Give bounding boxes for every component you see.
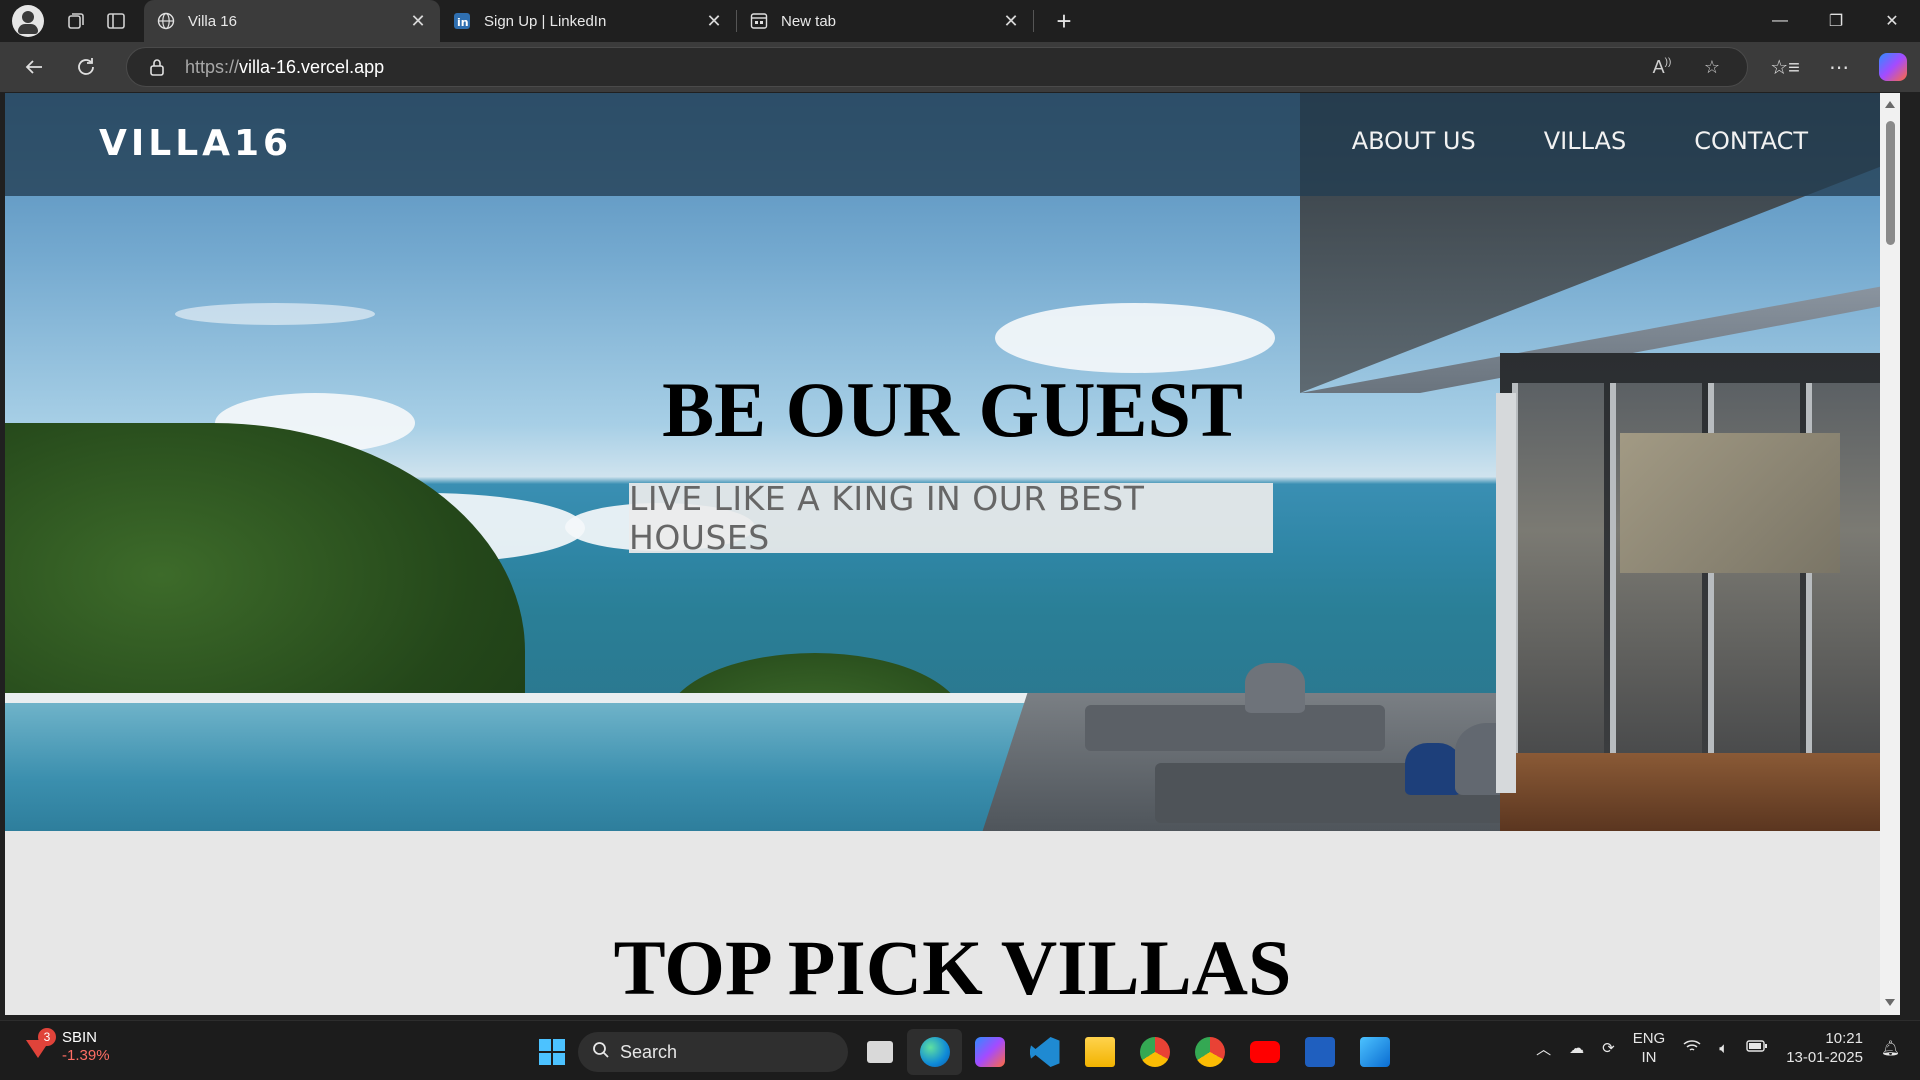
page-scrollbar[interactable] [1880,93,1900,1015]
notification-bell-icon[interactable]: 🔔︎ [1881,1039,1900,1057]
edge-browser-icon[interactable] [907,1029,962,1075]
tab-villa16[interactable]: Villa 16 ✕ [144,0,440,42]
scroll-up-icon[interactable] [1885,101,1895,108]
system-tray: ︿ ☁ ⟳ ENG IN 🔈︎ 10:21 13-01-2025 🔔︎ [1536,1029,1900,1067]
stock-text: SBIN -1.39% [62,1029,110,1065]
back-icon[interactable] [12,47,56,87]
volume-icon[interactable]: 🔈︎ [1719,1040,1728,1057]
close-tab-icon[interactable]: ✕ [704,11,724,31]
address-bar[interactable]: https://villa-16.vercel.app A)) ☆ [126,47,1748,87]
notification-badge: 3 [38,1028,56,1046]
profile-avatar-icon[interactable] [12,5,44,37]
hero-tagline: LIVE LIKE A KING IN OUR BEST HOUSES [629,479,1273,557]
tab-title: New tab [781,12,837,30]
clock[interactable]: 10:21 13-01-2025 [1786,1029,1863,1067]
tab-title: Sign Up | LinkedIn [484,12,607,30]
refresh-icon[interactable] [64,47,108,87]
scroll-down-icon[interactable] [1885,999,1895,1006]
wifi-icon[interactable] [1683,1039,1701,1057]
stock-symbol: SBIN [62,1029,98,1046]
read-aloud-icon[interactable]: A)) [1637,57,1687,78]
hero-section: VILLA16 ABOUT US VILLAS CONTACT BE OUR G… [5,93,1900,831]
close-tab-icon[interactable]: ✕ [1001,11,1021,31]
file-explorer-icon[interactable] [1072,1029,1127,1075]
start-windows-icon[interactable] [524,1029,579,1075]
site-navbar: VILLA16 ABOUT US VILLAS CONTACT [5,93,1900,196]
vscode-icon[interactable] [1017,1029,1072,1075]
toolbar-right: ☆≡ ⋯ [1758,42,1920,92]
hero-title: BE OUR GUEST [662,366,1243,453]
workspaces-icon[interactable] [56,5,96,37]
pillow-image [1245,663,1305,713]
tab-linkedin[interactable]: in Sign Up | LinkedIn ✕ [440,0,736,42]
nav-link-villas[interactable]: VILLAS [1544,127,1626,155]
cloud-image [995,303,1275,373]
pinned-apps [852,1029,1402,1075]
copilot-app-icon[interactable] [962,1029,1017,1075]
chrome-profile-icon[interactable] [1182,1029,1237,1075]
stock-change: -1.39% [62,1047,110,1064]
infinity-pool-image [5,703,1085,831]
nav-link-about-us[interactable]: ABOUT US [1352,127,1476,155]
nav-menu: ABOUT US VILLAS CONTACT [1352,127,1808,155]
section-title: TOP PICK VILLAS [613,924,1292,1011]
url-host: villa-16.vercel.app [239,56,385,77]
scrollbar-thumb[interactable] [1886,121,1895,245]
language-indicator[interactable]: ENG IN [1633,1029,1666,1067]
copilot-icon[interactable] [1866,47,1920,87]
svg-text:in: in [457,16,469,29]
tab-separator [1033,10,1034,32]
close-tab-icon[interactable]: ✕ [408,11,428,31]
page-viewport[interactable]: VILLA16 ABOUT US VILLAS CONTACT BE OUR G… [5,93,1900,1015]
task-view-icon[interactable] [852,1029,907,1075]
battery-icon[interactable] [1746,1039,1768,1057]
close-window-icon[interactable]: ✕ [1864,0,1920,42]
restore-icon[interactable]: ❐ [1808,0,1864,42]
site-logo[interactable]: VILLA16 [99,123,292,164]
clock-time: 10:21 [1825,1030,1863,1047]
taskbar: 3 SBIN -1.39% Search ︿ ☁ ⟳ ENG IN 🔈︎ 10:… [0,1020,1920,1080]
tab-title: Villa 16 [188,12,237,30]
villa-house-image [1300,93,1900,831]
word-icon[interactable] [1292,1029,1347,1075]
url-scheme: https:// [185,56,240,77]
onedrive-icon[interactable]: ☁ [1569,1039,1584,1057]
window-controls: — ❐ ✕ [1752,0,1920,42]
stock-widget[interactable]: 3 SBIN -1.39% [24,1028,110,1065]
linkedin-icon: in [452,11,472,31]
wood-floor-image [1500,753,1900,831]
new-tab-button[interactable]: + [1046,5,1082,37]
url-text[interactable]: https://villa-16.vercel.app [185,57,384,78]
address-bar-actions: A)) ☆ [1637,48,1737,86]
show-hidden-icons-icon[interactable]: ︿ [1536,1038,1551,1059]
lock-icon[interactable] [137,58,177,76]
newtab-icon [749,11,769,31]
search-icon [592,1041,610,1064]
favorites-icon[interactable]: ☆≡ [1758,47,1812,87]
vertical-tabs-icon[interactable] [96,5,136,37]
youtube-icon[interactable] [1237,1029,1292,1075]
tab-new-tab[interactable]: New tab ✕ [737,0,1033,42]
search-placeholder: Search [620,1041,678,1062]
language-line2: IN [1641,1049,1657,1066]
taskbar-apps [524,1029,579,1075]
clock-date: 13-01-2025 [1786,1049,1863,1066]
minimize-icon[interactable]: — [1752,0,1808,42]
browser-toolbar: https://villa-16.vercel.app A)) ☆ ☆≡ ⋯ [0,42,1920,92]
more-options-icon[interactable]: ⋯ [1812,47,1866,87]
cloud-image [175,303,375,325]
sync-icon[interactable]: ⟳ [1602,1039,1615,1057]
browser-tab-strip: Villa 16 ✕ in Sign Up | LinkedIn ✕ New t… [0,0,1920,42]
chrome-icon[interactable] [1127,1029,1182,1075]
stock-down-icon: 3 [24,1028,56,1062]
photos-icon[interactable] [1347,1029,1402,1075]
nav-link-contact[interactable]: CONTACT [1694,127,1808,155]
taskbar-search[interactable]: Search [578,1032,848,1072]
globe-icon [156,11,176,31]
language-line1: ENG [1632,1030,1666,1047]
favorite-star-icon[interactable]: ☆ [1687,57,1737,78]
